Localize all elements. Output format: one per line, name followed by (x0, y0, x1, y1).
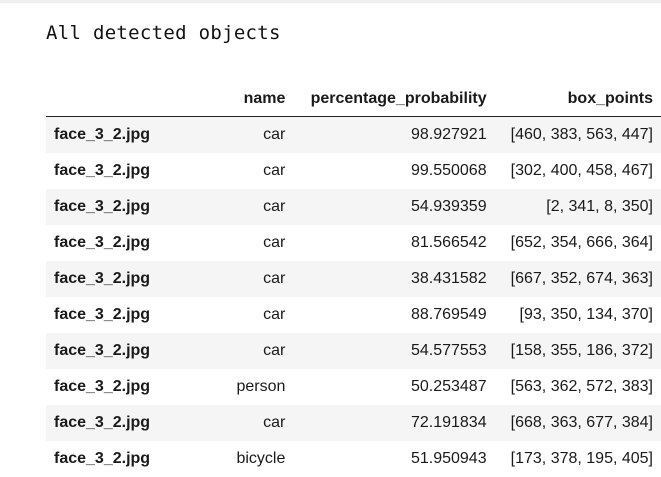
table-row: face_3_2.jpg car 98.927921 [460, 383, 56… (46, 117, 661, 154)
row-index: face_3_2.jpg (46, 441, 194, 477)
cell-name: car (194, 261, 293, 297)
row-index: face_3_2.jpg (46, 117, 194, 154)
row-index: face_3_2.jpg (46, 153, 194, 189)
cell-percentage-probability: 81.566542 (293, 225, 494, 261)
row-index: face_3_2.jpg (46, 225, 194, 261)
header-percentage-probability: percentage_probability (293, 82, 494, 117)
table-row: face_3_2.jpg car 72.191834 [668, 363, 67… (46, 405, 661, 441)
detections-table: name percentage_probability box_points f… (46, 82, 661, 477)
cell-box-points: [2, 341, 8, 350] (495, 189, 661, 225)
row-index: face_3_2.jpg (46, 297, 194, 333)
cell-percentage-probability: 99.550068 (293, 153, 494, 189)
output-title: All detected objects (46, 22, 281, 44)
row-index: face_3_2.jpg (46, 405, 194, 441)
cell-box-points: [302, 400, 458, 467] (495, 153, 661, 189)
cell-name: car (194, 117, 293, 154)
cell-box-points: [93, 350, 134, 370] (495, 297, 661, 333)
header-row: name percentage_probability box_points (46, 82, 661, 117)
header-name: name (194, 82, 293, 117)
header-box-points: box_points (495, 82, 661, 117)
cell-box-points: [668, 363, 677, 384] (495, 405, 661, 441)
table-row: face_3_2.jpg car 81.566542 [652, 354, 66… (46, 225, 661, 261)
cell-percentage-probability: 51.950943 (293, 441, 494, 477)
row-index: face_3_2.jpg (46, 189, 194, 225)
cell-name: person (194, 369, 293, 405)
table-header: name percentage_probability box_points (46, 82, 661, 117)
cell-percentage-probability: 50.253487 (293, 369, 494, 405)
cell-percentage-probability: 38.431582 (293, 261, 494, 297)
notebook-output: { "title": "All detected objects", "tabl… (0, 0, 661, 459)
cell-name: car (194, 189, 293, 225)
row-index: face_3_2.jpg (46, 333, 194, 369)
row-index: face_3_2.jpg (46, 369, 194, 405)
cell-top-border (0, 0, 661, 3)
row-index: face_3_2.jpg (46, 261, 194, 297)
header-index (46, 82, 194, 117)
cell-name: car (194, 153, 293, 189)
cell-percentage-probability: 88.769549 (293, 297, 494, 333)
cell-name: bicycle (194, 441, 293, 477)
cell-percentage-probability: 98.927921 (293, 117, 494, 154)
cell-name: car (194, 405, 293, 441)
cell-box-points: [652, 354, 666, 364] (495, 225, 661, 261)
cell-name: car (194, 297, 293, 333)
table-body: face_3_2.jpg car 98.927921 [460, 383, 56… (46, 117, 661, 477)
cell-percentage-probability: 54.577553 (293, 333, 494, 369)
cell-percentage-probability: 54.939359 (293, 189, 494, 225)
cell-box-points: [460, 383, 563, 447] (495, 117, 661, 154)
cell-box-points: [667, 352, 674, 363] (495, 261, 661, 297)
cell-box-points: [158, 355, 186, 372] (495, 333, 661, 369)
table-row: face_3_2.jpg person 50.253487 [563, 362,… (46, 369, 661, 405)
cell-name: car (194, 225, 293, 261)
table-row: face_3_2.jpg car 54.577553 [158, 355, 18… (46, 333, 661, 369)
cell-percentage-probability: 72.191834 (293, 405, 494, 441)
cell-box-points: [173, 378, 195, 405] (495, 441, 661, 477)
table-row: face_3_2.jpg car 88.769549 [93, 350, 134… (46, 297, 661, 333)
table-row: face_3_2.jpg car 99.550068 [302, 400, 45… (46, 153, 661, 189)
table-row: face_3_2.jpg car 38.431582 [667, 352, 67… (46, 261, 661, 297)
cell-name: car (194, 333, 293, 369)
table-row: face_3_2.jpg car 54.939359 [2, 341, 8, 3… (46, 189, 661, 225)
table-row: face_3_2.jpg bicycle 51.950943 [173, 378… (46, 441, 661, 477)
cell-box-points: [563, 362, 572, 383] (495, 369, 661, 405)
